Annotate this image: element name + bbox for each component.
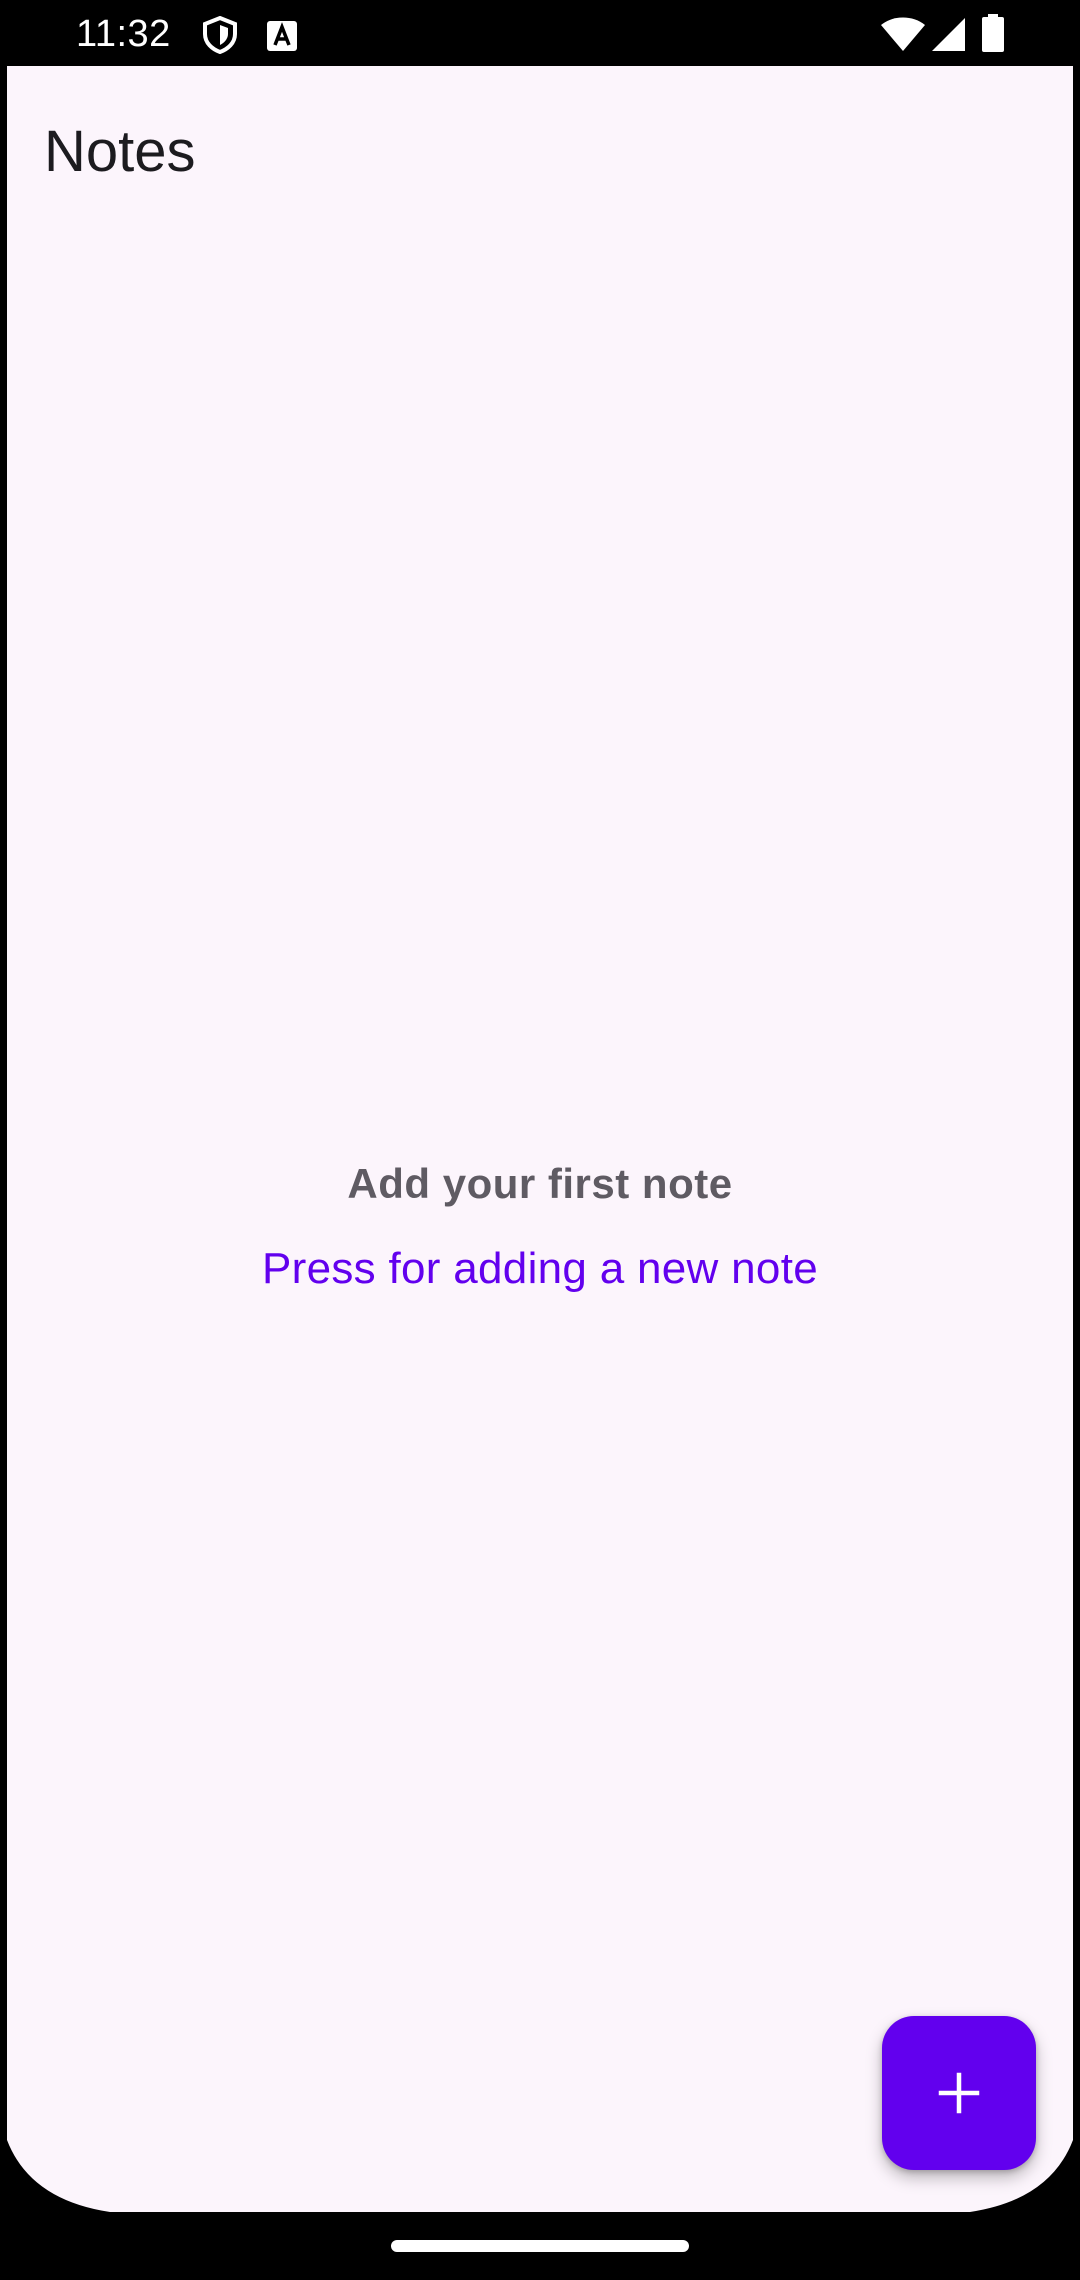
plus-icon bbox=[938, 2072, 980, 2114]
page-title: Notes bbox=[44, 119, 196, 184]
wifi-icon bbox=[880, 16, 926, 57]
cellular-signal-icon bbox=[930, 16, 966, 57]
status-bar: 11:32 bbox=[0, 0, 1080, 66]
status-time: 11:32 bbox=[76, 13, 171, 55]
add-note-link[interactable]: Press for adding a new note bbox=[262, 1244, 818, 1294]
home-gesture-handle[interactable] bbox=[391, 2240, 689, 2252]
empty-state-title: Add your first note bbox=[347, 1160, 733, 1207]
shield-icon bbox=[202, 15, 238, 59]
text-a-icon bbox=[266, 20, 298, 57]
bottom-screen-corners bbox=[0, 2140, 1080, 2212]
battery-icon bbox=[982, 14, 1004, 57]
empty-state: Add your first note Press for adding a n… bbox=[0, 1160, 1080, 1294]
phone-screen: 11:32 Notes Add your first note Press fo… bbox=[0, 0, 1080, 2280]
app-background bbox=[7, 66, 1073, 2212]
